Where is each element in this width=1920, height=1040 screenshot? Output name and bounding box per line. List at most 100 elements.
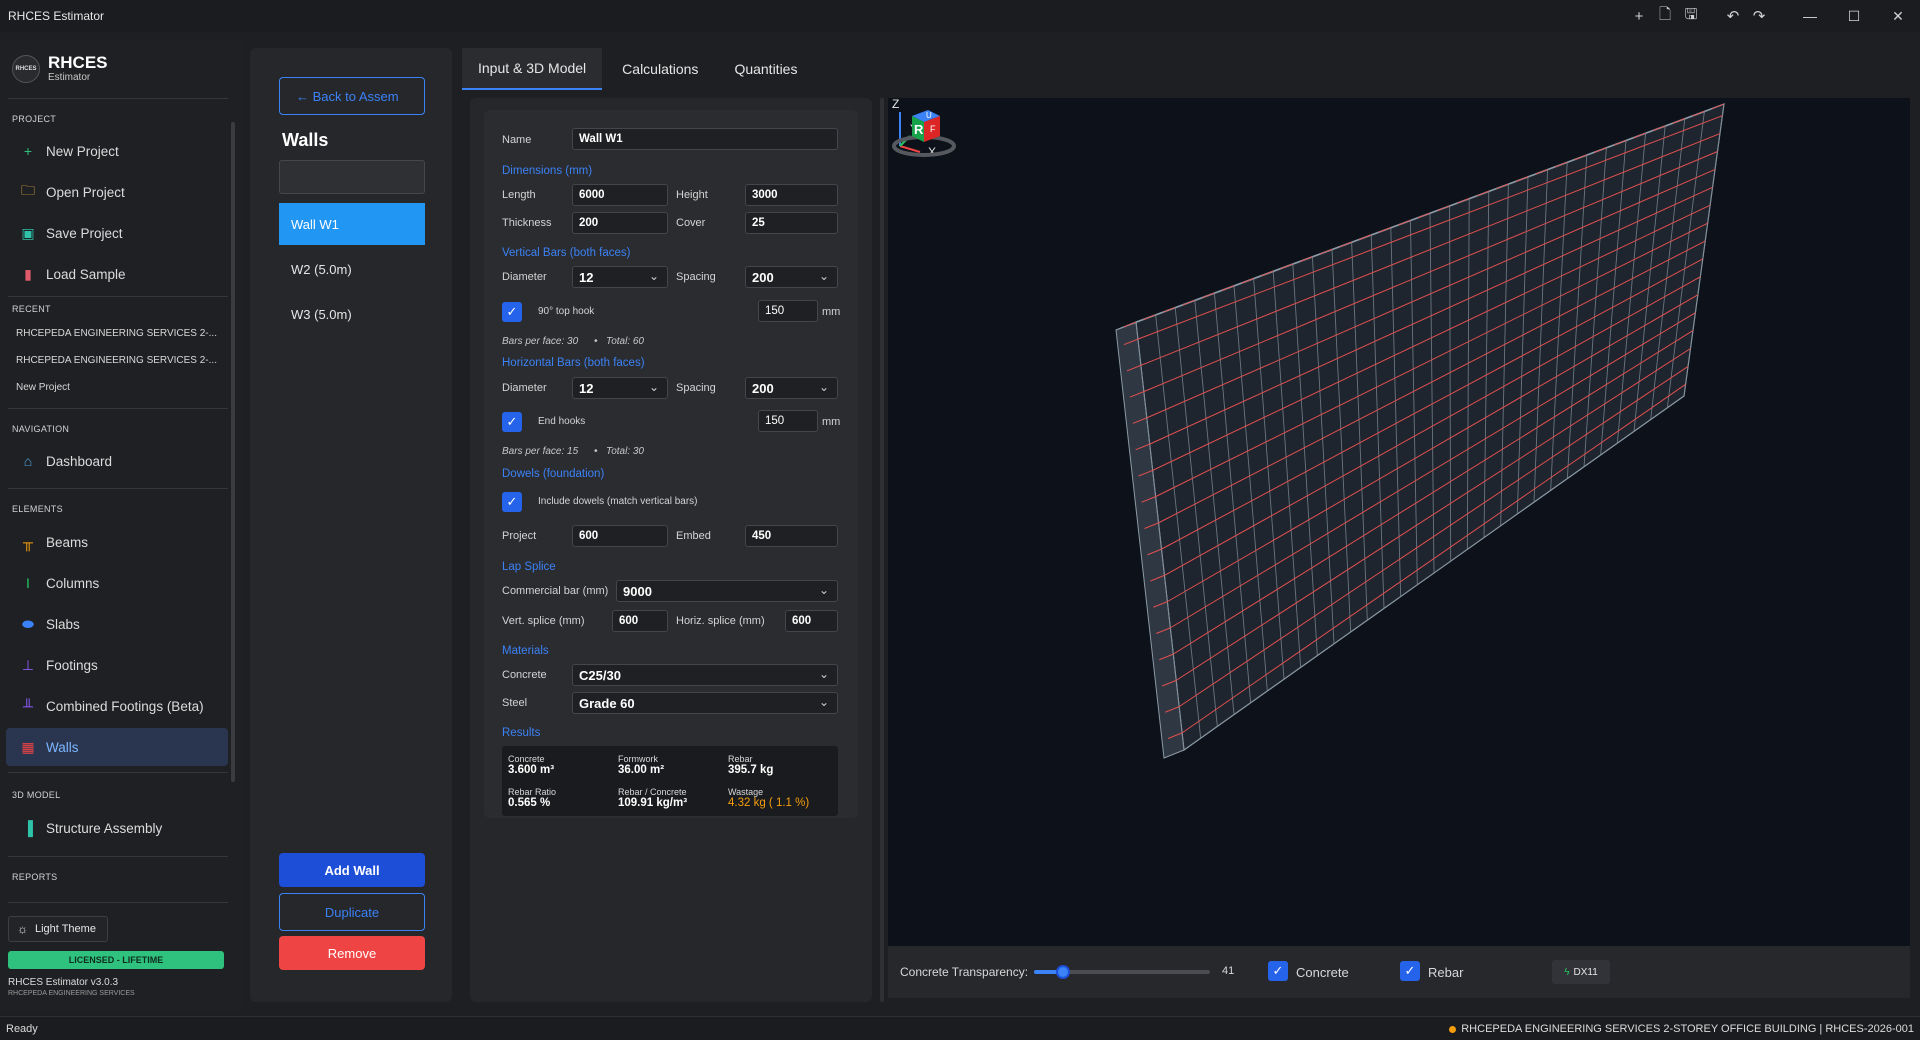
h-diameter-select[interactable]: 12 ⌄ [572,377,668,399]
v-bars-bullet: • [594,336,598,347]
thickness-input[interactable]: 200 [572,212,668,234]
maximize-button[interactable]: ☐ [1832,0,1876,32]
cube-face-right: F [930,124,936,134]
duplicate-button[interactable]: Duplicate [279,893,425,931]
version-label: RHCES Estimator v3.0.3 [8,977,119,988]
slab-icon: ⬬ [22,615,34,632]
v-diameter-label: Diameter [502,271,547,283]
cube-face-left: R [914,122,924,137]
new-file-icon[interactable]: 🗋 [1652,0,1678,32]
check-icon: ✓ [1404,963,1416,978]
h-spacing-select[interactable]: 200 ⌄ [745,377,838,399]
beam-icon: ╥ [23,534,33,550]
view-cube[interactable]: U R F [888,98,958,158]
horiz-splice-input[interactable]: 600 [785,610,838,632]
back-to-assembly-button[interactable]: ← Back to Assem [279,77,425,115]
recent-item[interactable]: New Project [16,382,70,393]
select-value: C25/30 [579,667,621,683]
cover-input[interactable]: 25 [745,212,838,234]
h-diameter-label: Diameter [502,382,547,394]
dowel-embed-input[interactable]: 450 [745,525,838,547]
rebar-toggle-checkbox[interactable]: ✓ [1400,961,1420,981]
folder-icon: 🗀 [21,182,35,198]
sidebar-item-columns[interactable]: I Columns [14,566,228,600]
top-hook-length-input[interactable]: 150 [758,300,818,322]
v-spacing-select[interactable]: 200 ⌄ [745,266,838,288]
recent-item[interactable]: RHCEPEDA ENGINEERING SERVICES 2-... [16,355,217,366]
brand-logo: RHCES [12,54,40,83]
tab-quantities[interactable]: Quantities [718,48,813,90]
plus-icon[interactable]: + [1626,0,1652,32]
result-rebar-value: 395.7 kg [728,764,774,776]
combined-footing-icon: ╨ [23,698,33,714]
tab-calculations[interactable]: Calculations [606,48,714,90]
tab-bar: Input & 3D Model Calculations Quantities [462,48,817,90]
sidebar-item-walls[interactable]: ▦ Walls [6,728,228,766]
length-input[interactable]: 6000 [572,184,668,206]
nav-label: Load Sample [46,266,126,282]
load-sample-button[interactable]: ▮ Load Sample [14,257,228,291]
check-icon: ✓ [506,304,518,319]
height-label: Height [676,189,708,201]
dowel-project-input[interactable]: 600 [572,525,668,547]
height-input[interactable]: 3000 [745,184,838,206]
v-diameter-select[interactable]: 12 ⌄ [572,266,668,288]
concrete-toggle-checkbox[interactable]: ✓ [1268,961,1288,981]
add-wall-button[interactable]: Add Wall [279,853,425,887]
title-bar: RHCES Estimator + 🗋 🖫 ↶ ↷ — ☐ ✕ [0,0,1920,32]
recent-item[interactable]: RHCEPEDA ENGINEERING SERVICES 2-... [16,328,217,339]
sidebar-item-structure-assembly[interactable]: ▐ Structure Assembly [14,811,228,845]
wall-list-item[interactable]: Wall W1 [279,203,425,245]
slider-thumb[interactable] [1055,965,1070,979]
vert-splice-input[interactable]: 600 [612,610,668,632]
minimize-button[interactable]: — [1788,0,1832,32]
panel-splitter[interactable] [880,98,884,1002]
close-button[interactable]: ✕ [1876,0,1920,32]
top-hook-unit: mm [822,306,841,318]
sidebar-item-combined-footings[interactable]: ╨ Combined Footings (Beta) [14,689,228,723]
new-project-button[interactable]: + New Project [14,134,228,168]
open-project-button[interactable]: 🗀 Open Project [14,175,228,209]
result-rebar-concrete-label: Rebar / Concrete [618,787,687,797]
sidebar-item-dashboard[interactable]: ⌂ Dashboard [14,444,228,478]
redo-icon[interactable]: ↷ [1746,0,1772,32]
top-hook-checkbox[interactable]: ✓ [502,302,522,322]
save-icon: ▣ [21,224,35,241]
include-dowels-label: Include dowels (match vertical bars) [538,496,698,507]
renderer-badge[interactable]: ϟ DX11 [1552,960,1610,984]
nav-label: Open Project [46,184,125,200]
library-icon: ▮ [24,265,32,282]
save-icon[interactable]: 🖫 [1678,0,1704,32]
remove-button[interactable]: Remove [279,936,425,970]
result-ratio-label: Rebar Ratio [508,787,557,797]
commercial-bar-select[interactable]: 9000 ⌄ [616,580,838,602]
project-label: Project [502,530,537,542]
sidebar-scrollbar[interactable] [231,122,235,782]
wall-list-item[interactable]: W2 (5.0m) [279,248,425,290]
transparency-slider[interactable] [1034,965,1210,979]
chevron-down-icon: ⌄ [648,269,659,283]
sidebar-item-slabs[interactable]: ⬬ Slabs [14,607,228,641]
plus-icon: + [23,143,33,159]
include-dowels-checkbox[interactable]: ✓ [502,492,522,512]
tab-input-3d-model[interactable]: Input & 3D Model [462,48,603,90]
select-value: 200 [752,269,774,285]
concrete-grade-select[interactable]: C25/30 ⌄ [572,664,838,686]
sidebar-item-footings[interactable]: ⊥ Footings [14,648,228,682]
undo-icon[interactable]: ↶ [1720,0,1746,32]
section-elements: ELEMENTS [12,504,63,514]
name-input[interactable]: Wall W1 [572,128,838,150]
select-value: 12 [579,269,594,285]
save-project-button[interactable]: ▣ Save Project [14,216,228,250]
sidebar-item-beams[interactable]: ╥ Beams [14,525,228,559]
wall-3d-model [1115,103,1725,759]
check-icon: ✓ [506,494,518,509]
dowels-title: Dowels (foundation) [502,468,605,480]
theme-toggle-button[interactable]: ☼ Light Theme [8,916,108,942]
wall-search-input[interactable] [279,160,425,194]
3d-viewport[interactable]: Z Y X U R F [888,98,1910,946]
end-hook-length-input[interactable]: 150 [758,410,818,432]
steel-grade-select[interactable]: Grade 60 ⌄ [572,692,838,714]
wall-list-item[interactable]: W3 (5.0m) [279,293,425,335]
end-hooks-checkbox[interactable]: ✓ [502,412,522,432]
